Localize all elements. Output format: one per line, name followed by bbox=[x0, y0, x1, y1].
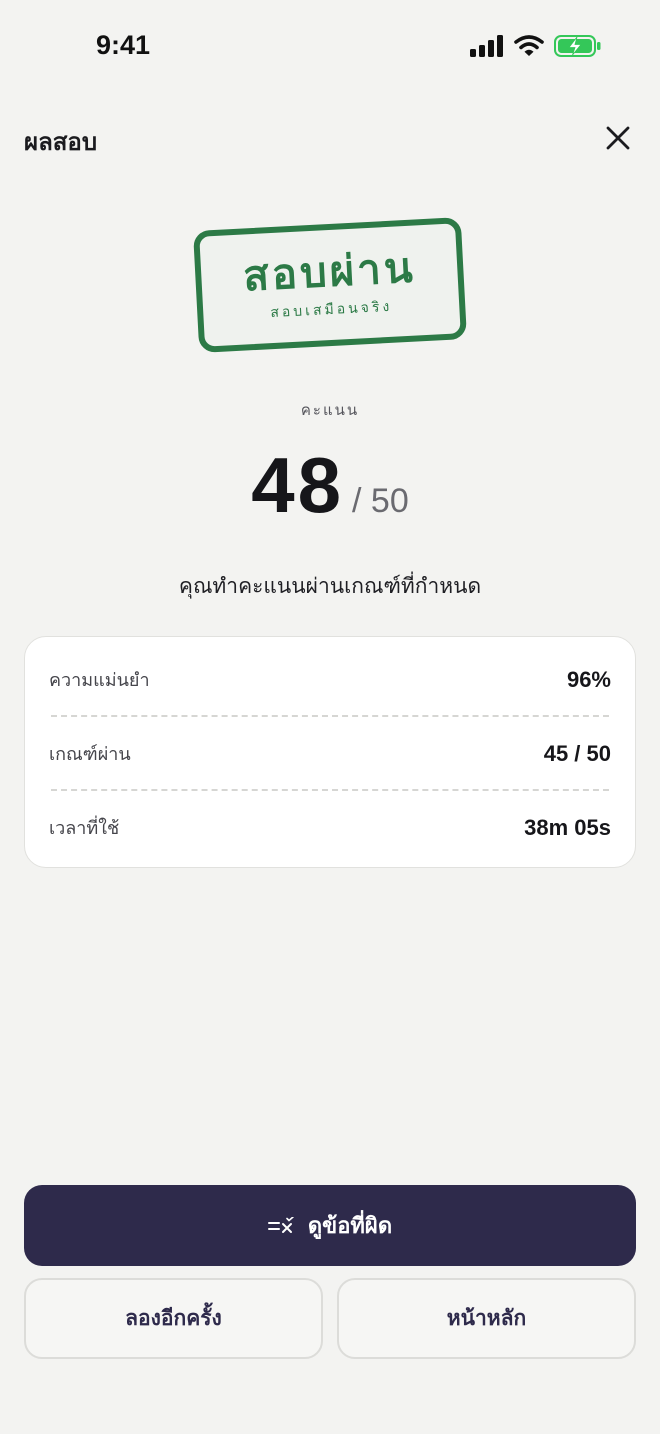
pass-stamp: สอบผ่าน สอบเสมือนจริง bbox=[192, 217, 468, 353]
close-button[interactable] bbox=[596, 116, 640, 160]
score-display: 48/ 50 bbox=[0, 440, 660, 531]
review-mistakes-icon bbox=[267, 1216, 294, 1233]
retry-label: ลองอีกครั้ง bbox=[125, 1306, 222, 1330]
stat-value: 45 / 50 bbox=[543, 740, 611, 766]
score-total: / 50 bbox=[352, 482, 409, 520]
cellular-signal-icon bbox=[470, 35, 503, 57]
score-value: 48 bbox=[251, 441, 345, 529]
status-bar: 9:41 bbox=[0, 0, 660, 96]
status-time: 9:41 bbox=[96, 30, 151, 60]
page-title: ผลสอบ bbox=[24, 128, 98, 156]
stat-row-pass-criteria: เกณฑ์ผ่าน 45 / 50 bbox=[49, 717, 611, 790]
stat-label: เกณฑ์ผ่าน bbox=[49, 744, 131, 765]
retry-button[interactable]: ลองอีกครั้ง bbox=[24, 1278, 323, 1359]
close-icon bbox=[606, 126, 630, 150]
status-icons bbox=[470, 34, 602, 58]
review-mistakes-label: ดูข้อที่ผิด bbox=[307, 1214, 393, 1239]
header: ผลสอบ bbox=[0, 112, 660, 168]
battery-charging-icon bbox=[554, 35, 601, 57]
pass-message: คุณทำคะแนนผ่านเกณฑ์ที่กำหนด bbox=[178, 574, 482, 598]
stat-label: เวลาที่ใช้ bbox=[49, 818, 120, 839]
home-label: หน้าหลัก bbox=[446, 1306, 527, 1330]
stat-row-time-used: เวลาที่ใช้ 38m 05s bbox=[49, 791, 611, 864]
review-mistakes-button[interactable]: ดูข้อที่ผิด bbox=[24, 1185, 636, 1266]
stat-value: 96% bbox=[566, 666, 611, 692]
home-button[interactable]: หน้าหลัก bbox=[337, 1278, 636, 1359]
stat-row-accuracy: ความแม่นยำ 96% bbox=[49, 643, 611, 716]
wifi-icon bbox=[514, 35, 544, 56]
stats-card: ความแม่นยำ 96% เกณฑ์ผ่าน 45 / 50 เวลาที่… bbox=[24, 636, 636, 868]
stat-value: 38m 05s bbox=[524, 814, 611, 840]
score-label: คะแนน bbox=[300, 401, 360, 419]
stamp-subtitle: สอบเสมือนจริง bbox=[270, 298, 393, 322]
stamp-title: สอบผ่าน bbox=[241, 242, 417, 301]
stat-label: ความแม่นยำ bbox=[49, 670, 150, 691]
